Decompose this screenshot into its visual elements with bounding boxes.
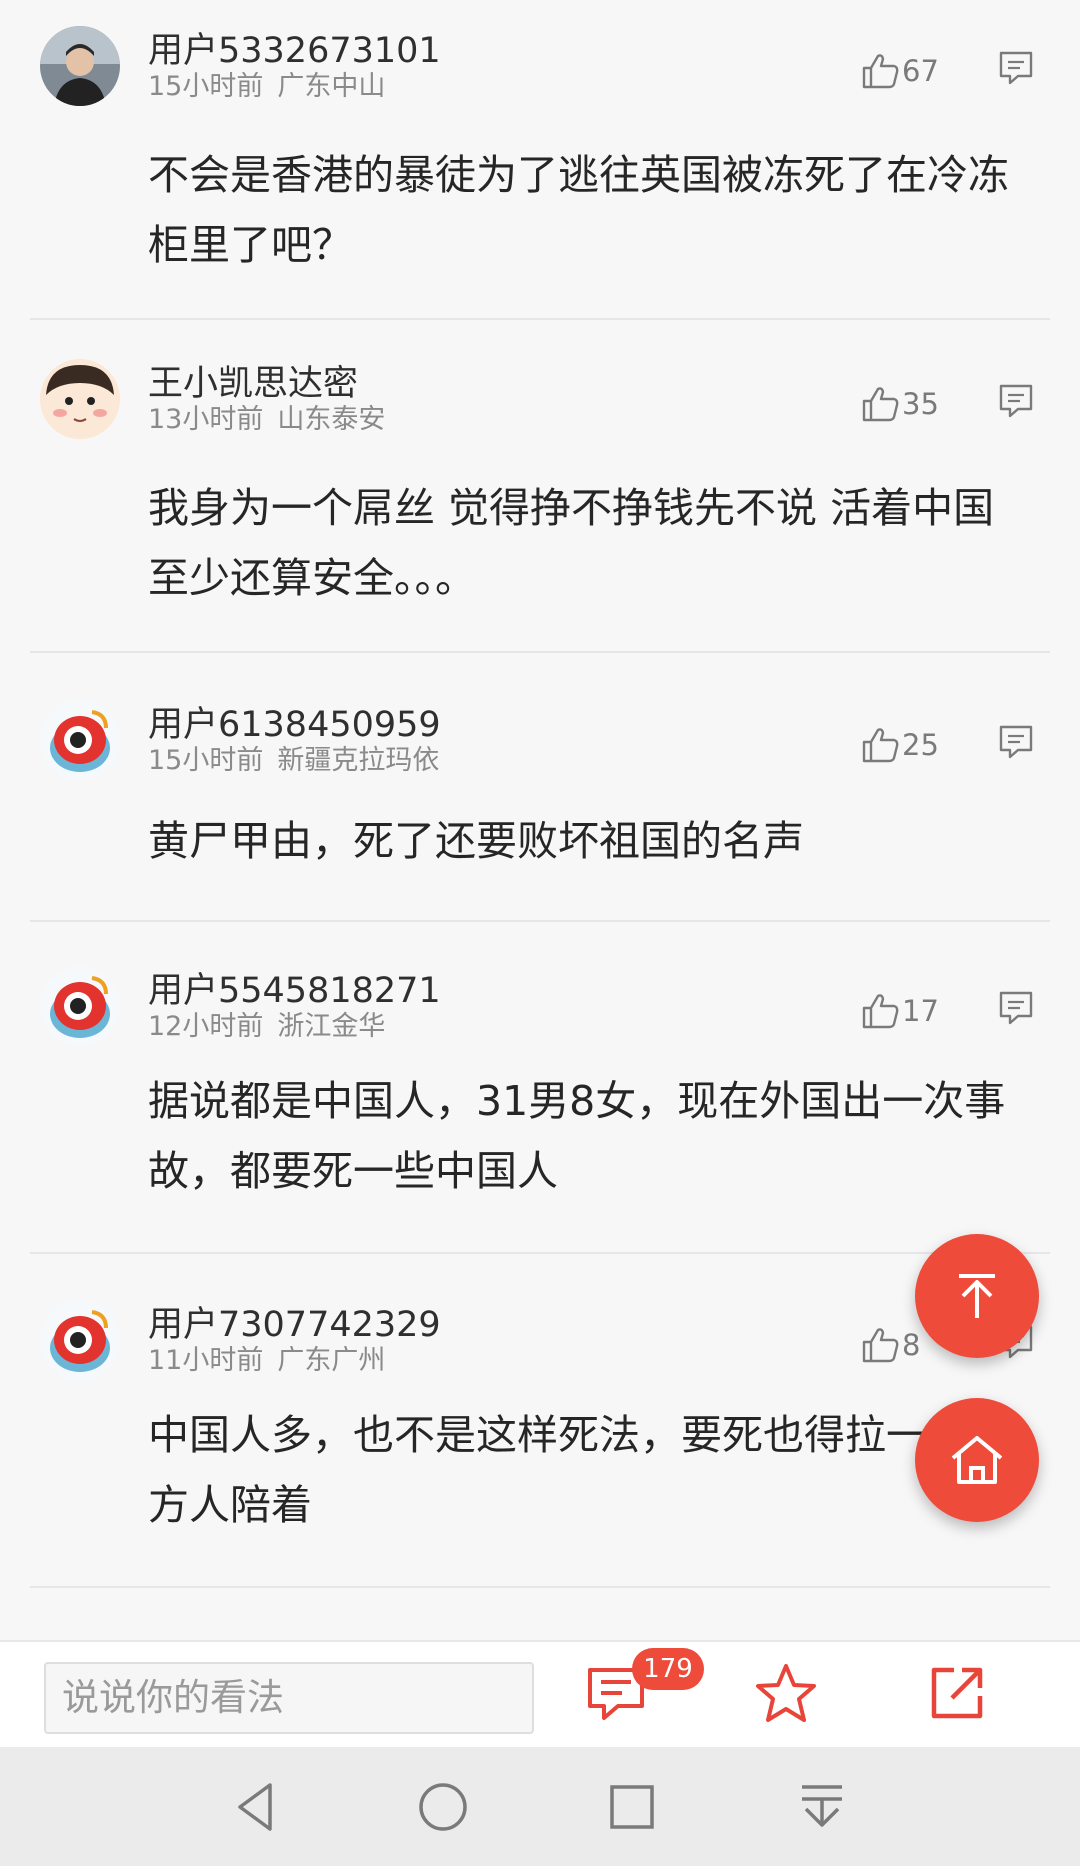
reply-icon (999, 51, 1033, 85)
comment-input[interactable]: 说说你的看法 (44, 1662, 534, 1734)
thumbs-up-icon (862, 728, 899, 763)
comment-location: 广东广州 (277, 1345, 386, 1376)
comment-meta: 11小时前 广东广州 (148, 1338, 385, 1377)
reply-icon (999, 991, 1033, 1025)
reply-icon (999, 725, 1033, 759)
like-button[interactable]: 35 (860, 379, 980, 429)
nav-recents-icon (610, 1785, 654, 1829)
comment-meta: 15小时前 广东中山 (148, 64, 385, 103)
comment-location: 广东中山 (277, 71, 386, 102)
user-photo-avatar[interactable] (40, 26, 120, 106)
cartoon-face-avatar[interactable] (40, 359, 120, 439)
comment-text: 不会是香港的暴徒为了逃往英国被冻死了在冷冻柜里了吧？ (148, 151, 1009, 269)
thumbs-up-icon (862, 54, 899, 89)
nav-down-button[interactable] (792, 1777, 852, 1837)
nav-back-icon (238, 1783, 272, 1831)
like-count: 8 (902, 1328, 921, 1362)
comment-text: 据说都是中国人，31男8女，现在外国出一次事故，都要死一些中国人 (148, 1077, 1006, 1195)
nav-down-icon (802, 1785, 842, 1827)
system-navigation-bar (0, 1747, 1080, 1866)
back-to-top-icon (959, 1274, 995, 1318)
bottom-action-bar: 说说你的看法 179 (0, 1640, 1080, 1747)
comment-time: 15小时前 (148, 745, 264, 776)
nav-recents-button[interactable] (602, 1777, 662, 1837)
thumbs-up-icon (862, 387, 899, 422)
favorite-button[interactable] (752, 1660, 822, 1730)
like-count: 35 (902, 387, 939, 421)
like-button[interactable]: 17 (860, 986, 980, 1036)
comment-time: 11小时前 (148, 1345, 264, 1376)
reply-button[interactable] (996, 722, 1040, 766)
divider (30, 318, 1050, 320)
home-button[interactable] (915, 1398, 1039, 1522)
comment-count-badge: 179 (632, 1648, 704, 1690)
reply-button[interactable] (996, 48, 1040, 92)
like-count: 17 (902, 994, 939, 1028)
divider (30, 1252, 1050, 1254)
comment-text: 中国人多，也不是这样死法，要死也得拉一些西方人陪着 (148, 1411, 1009, 1529)
comment-meta: 13小时前 山东泰安 (148, 397, 385, 436)
nav-home-button[interactable] (413, 1777, 473, 1837)
reply-icon (999, 384, 1033, 418)
weibo-logo-avatar[interactable] (40, 1300, 120, 1380)
comment-location: 新疆克拉玛依 (277, 745, 440, 776)
share-icon (931, 1667, 983, 1719)
thumbs-up-icon (862, 994, 899, 1029)
like-button[interactable]: 25 (860, 720, 980, 770)
comment-meta: 15小时前 新疆克拉玛依 (148, 738, 439, 777)
comment-time: 13小时前 (148, 404, 264, 435)
share-button[interactable] (924, 1660, 994, 1730)
comment-text: 黄尸甲由，死了还要败坏祖国的名声 (148, 817, 804, 865)
comment-feed: 用户5332673101 15小时前 广东中山 67 不会是香港的暴徒为了逃往英国… (0, 0, 1080, 1640)
comment-time: 12小时前 (148, 1011, 264, 1042)
back-to-top-button[interactable] (915, 1234, 1039, 1358)
weibo-logo-avatar[interactable] (40, 700, 120, 780)
like-count: 25 (902, 728, 939, 762)
star-icon (756, 1664, 816, 1722)
like-count: 67 (902, 54, 939, 88)
weibo-logo-avatar[interactable] (40, 966, 120, 1046)
home-icon (951, 1436, 1003, 1484)
reply-button[interactable] (996, 988, 1040, 1032)
divider (30, 1586, 1050, 1588)
comment-location: 浙江金华 (277, 1011, 386, 1042)
like-button[interactable]: 67 (860, 46, 980, 96)
nav-home-icon (419, 1783, 467, 1831)
nav-back-button[interactable] (226, 1777, 286, 1837)
comment-meta: 12小时前 浙江金华 (148, 1004, 385, 1043)
thumbs-up-icon (862, 1328, 899, 1363)
divider (30, 651, 1050, 653)
comment-location: 山东泰安 (277, 404, 386, 435)
comment-time: 15小时前 (148, 71, 264, 102)
divider (30, 920, 1050, 922)
comment-text: 我身为一个屌丝 觉得挣不挣钱先不说 活着中国至少还算安全。。。 (148, 484, 995, 602)
reply-button[interactable] (996, 381, 1040, 425)
